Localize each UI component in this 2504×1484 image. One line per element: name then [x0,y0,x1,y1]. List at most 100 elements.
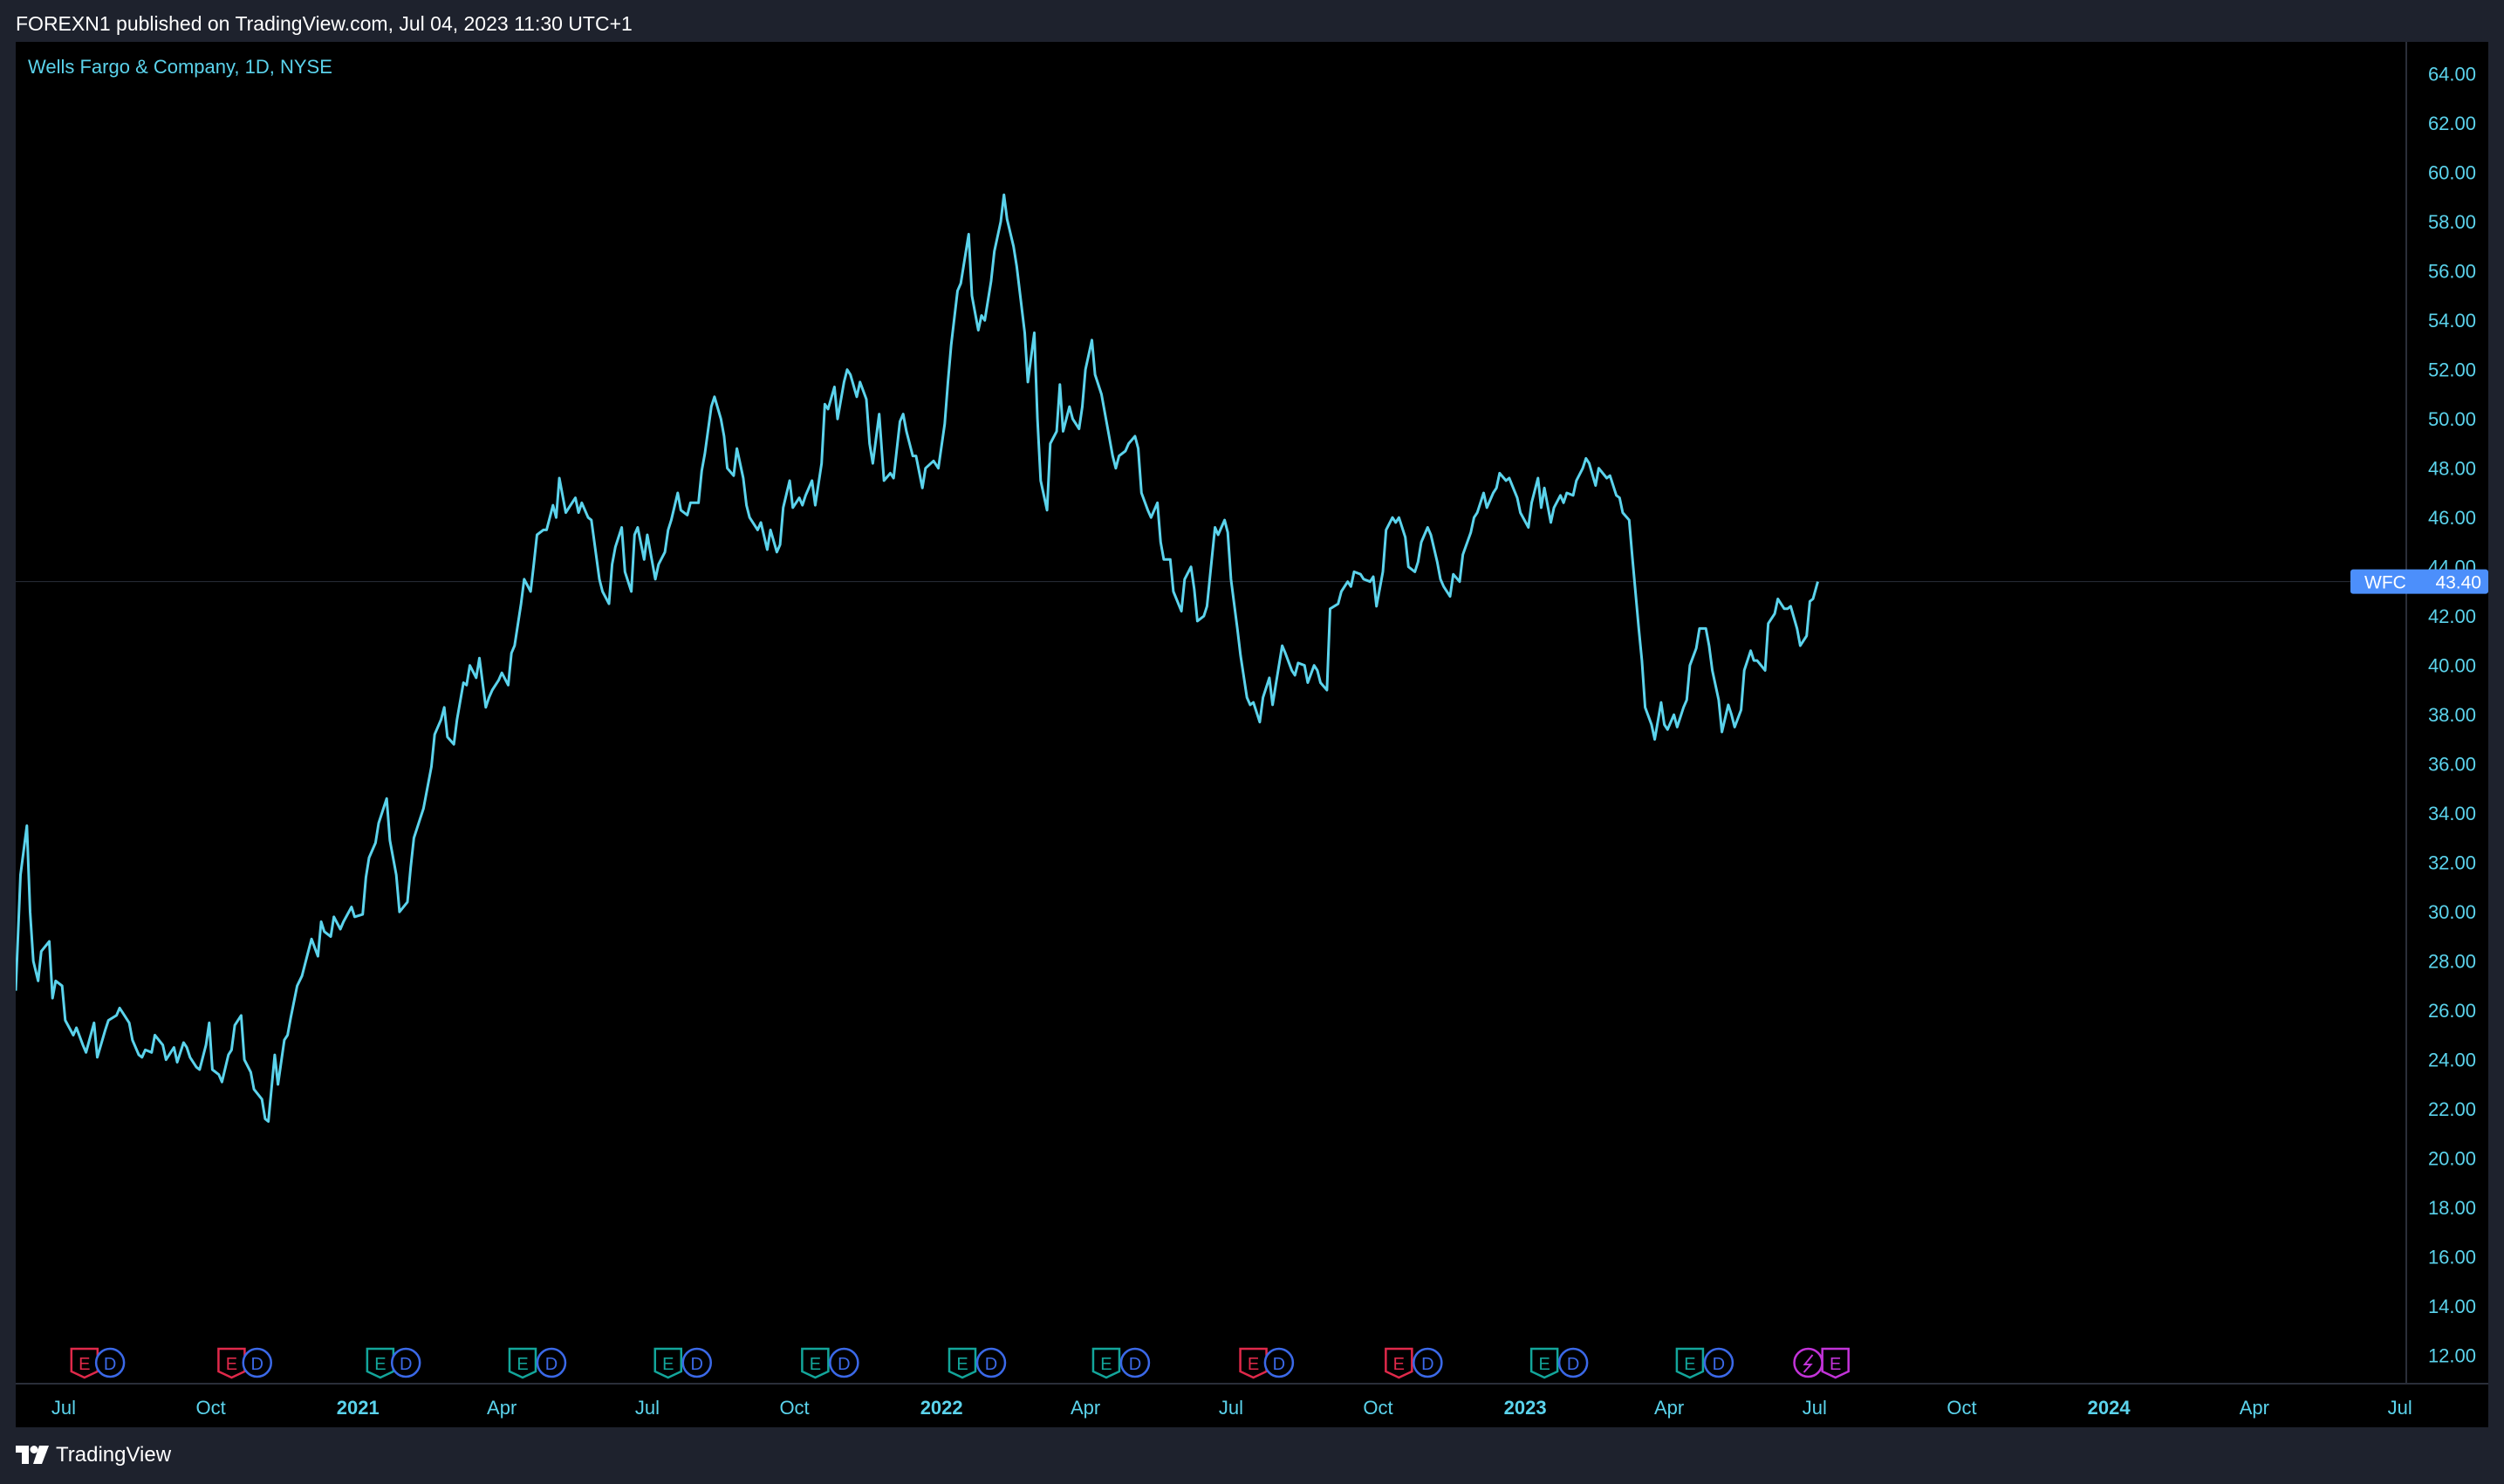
y-tick-label: 42.00 [2428,605,2476,627]
dividend-marker-label: D [104,1355,116,1374]
earnings-marker[interactable]: E [1091,1347,1121,1379]
tradingview-brand[interactable]: TradingView [16,1443,171,1467]
dividend-marker[interactable]: D [1413,1347,1443,1378]
x-tick-label: Apr [1654,1397,1684,1419]
symbol-legend[interactable]: Wells Fargo & Company, 1D, NYSE [28,56,332,79]
x-tick-label: Oct [1363,1397,1392,1419]
x-tick-label: Oct [195,1397,225,1419]
earnings-marker[interactable]: E [1675,1347,1705,1379]
time-axis: Jul Oct 2021 Apr Jul Oct 2022 Apr Jul Oct 2023 Apr J… [51,1397,2412,1419]
x-tick-label: Apr [2240,1397,2269,1419]
dividend-marker-label: D [985,1355,997,1374]
x-tick-label: 2021 [337,1397,380,1419]
earnings-marker-label: E [374,1355,386,1374]
dividend-marker-label: D [691,1355,703,1374]
earnings-marker[interactable]: E [508,1347,537,1379]
dividend-marker[interactable]: D [1263,1347,1295,1378]
x-tick-label: Apr [1071,1397,1100,1419]
earnings-marker[interactable]: E [801,1347,830,1379]
x-tick-label: Jul [51,1397,76,1419]
symbol-badge-label: WFC [2364,573,2406,593]
y-tick-label: 50.00 [2428,408,2476,430]
x-tick-label: Jul [1219,1397,1243,1419]
y-tick-label: 52.00 [2428,359,2476,381]
earnings-marker-label: E [810,1355,821,1374]
brand-name: TradingView [56,1443,172,1467]
earnings-marker-label: E [226,1355,237,1374]
last-price-layer: WFC 43.40 [2350,569,2488,594]
dividend-marker[interactable]: D [1703,1347,1734,1378]
earnings-marker-label: E [662,1355,674,1374]
earnings-marker-label: E [1393,1355,1405,1374]
event-marker-layer: EDEDEDEDEDEDEDEDEDEDEDEDE [70,1347,1850,1379]
dividend-marker[interactable]: D [829,1347,859,1378]
dividend-marker-label: D [1273,1355,1285,1374]
earnings-marker-label: E [1538,1355,1550,1374]
split-circle-icon [1793,1347,1823,1378]
earnings-marker[interactable]: E [1529,1347,1559,1379]
earnings-marker[interactable]: E [217,1347,246,1379]
dividend-marker[interactable]: D [242,1347,272,1378]
earnings-marker-label: E [79,1355,90,1374]
dividend-marker[interactable]: D [1557,1347,1589,1378]
x-tick-label: Oct [1946,1397,1976,1419]
dividend-marker-label: D [251,1355,263,1374]
y-tick-label: 28.00 [2428,951,2476,973]
earnings-marker[interactable]: E [948,1347,977,1379]
y-tick-label: 22.00 [2428,1098,2476,1120]
y-tick-label: 20.00 [2428,1148,2476,1170]
y-tick-label: 26.00 [2428,1000,2476,1022]
y-tick-label: 14.00 [2428,1296,2476,1317]
y-tick-label: 24.00 [2428,1050,2476,1071]
earnings-marker[interactable]: E [366,1347,395,1379]
y-tick-label: 34.00 [2428,803,2476,824]
y-tick-label: 58.00 [2428,211,2476,233]
y-tick-label: 54.00 [2428,310,2476,332]
dividend-marker-label: D [1421,1355,1433,1374]
last-price-label: 43.40 [2435,573,2481,593]
split-marker[interactable] [1793,1347,1823,1378]
dividend-marker[interactable]: D [390,1347,421,1378]
grid-layer [16,42,2488,1385]
y-tick-label: 46.00 [2428,507,2476,529]
earnings-marker-label: E [1100,1355,1112,1374]
earnings-marker[interactable]: E [1239,1347,1268,1379]
dividend-marker-label: D [545,1355,558,1374]
earnings-marker-label: E [1684,1355,1695,1374]
dividend-marker-label: D [1713,1355,1725,1374]
y-tick-label: 30.00 [2428,901,2476,923]
y-tick-label: 64.00 [2428,64,2476,85]
publish-info: FOREXN1 published on TradingView.com, Ju… [16,12,633,35]
x-tick-label: 2023 [1504,1397,1547,1419]
dividend-marker[interactable]: D [536,1347,567,1378]
dividend-marker-label: D [1567,1355,1579,1374]
dividend-marker-label: D [1129,1355,1141,1374]
earnings-marker-label: E [1248,1355,1259,1374]
chart-svg[interactable]: EDEDEDEDEDEDEDEDEDEDEDEDE 12.0014.0016.0… [16,42,2488,1427]
earnings-marker[interactable]: E [70,1347,99,1379]
y-tick-label: 60.00 [2428,162,2476,184]
dividend-marker-label: D [838,1355,850,1374]
y-tick-label: 38.00 [2428,704,2476,726]
price-axis: 12.00 14.00 16.00 18.00 20.00 22.00 24.00 26.00… [2428,64,2476,1367]
earnings-marker-label: E [956,1355,968,1374]
dividend-marker[interactable]: D [681,1347,713,1378]
x-tick-label: 2024 [2088,1397,2131,1419]
price-line[interactable] [16,193,1819,1123]
y-tick-label: 32.00 [2428,852,2476,874]
earnings-marker[interactable]: E [1385,1347,1413,1379]
y-tick-label: 12.00 [2428,1345,2476,1367]
y-tick-label: 62.00 [2428,113,2476,134]
x-tick-label: Jul [2388,1397,2412,1419]
y-tick-label: 16.00 [2428,1247,2476,1269]
dividend-marker[interactable]: D [975,1347,1007,1378]
dividend-marker-label: D [400,1355,412,1374]
dividend-marker[interactable]: D [1119,1347,1151,1378]
dividend-marker[interactable]: D [94,1347,126,1378]
earnings-marker-label: E [517,1355,528,1374]
x-tick-label: Oct [779,1397,809,1419]
chart-pane[interactable]: EDEDEDEDEDEDEDEDEDEDEDEDE 12.00 14.00 16.0… [16,42,2488,1427]
y-tick-label: 48.00 [2428,458,2476,480]
earnings-marker[interactable]: E [653,1347,683,1379]
earnings-marker[interactable]: E [1821,1347,1850,1379]
